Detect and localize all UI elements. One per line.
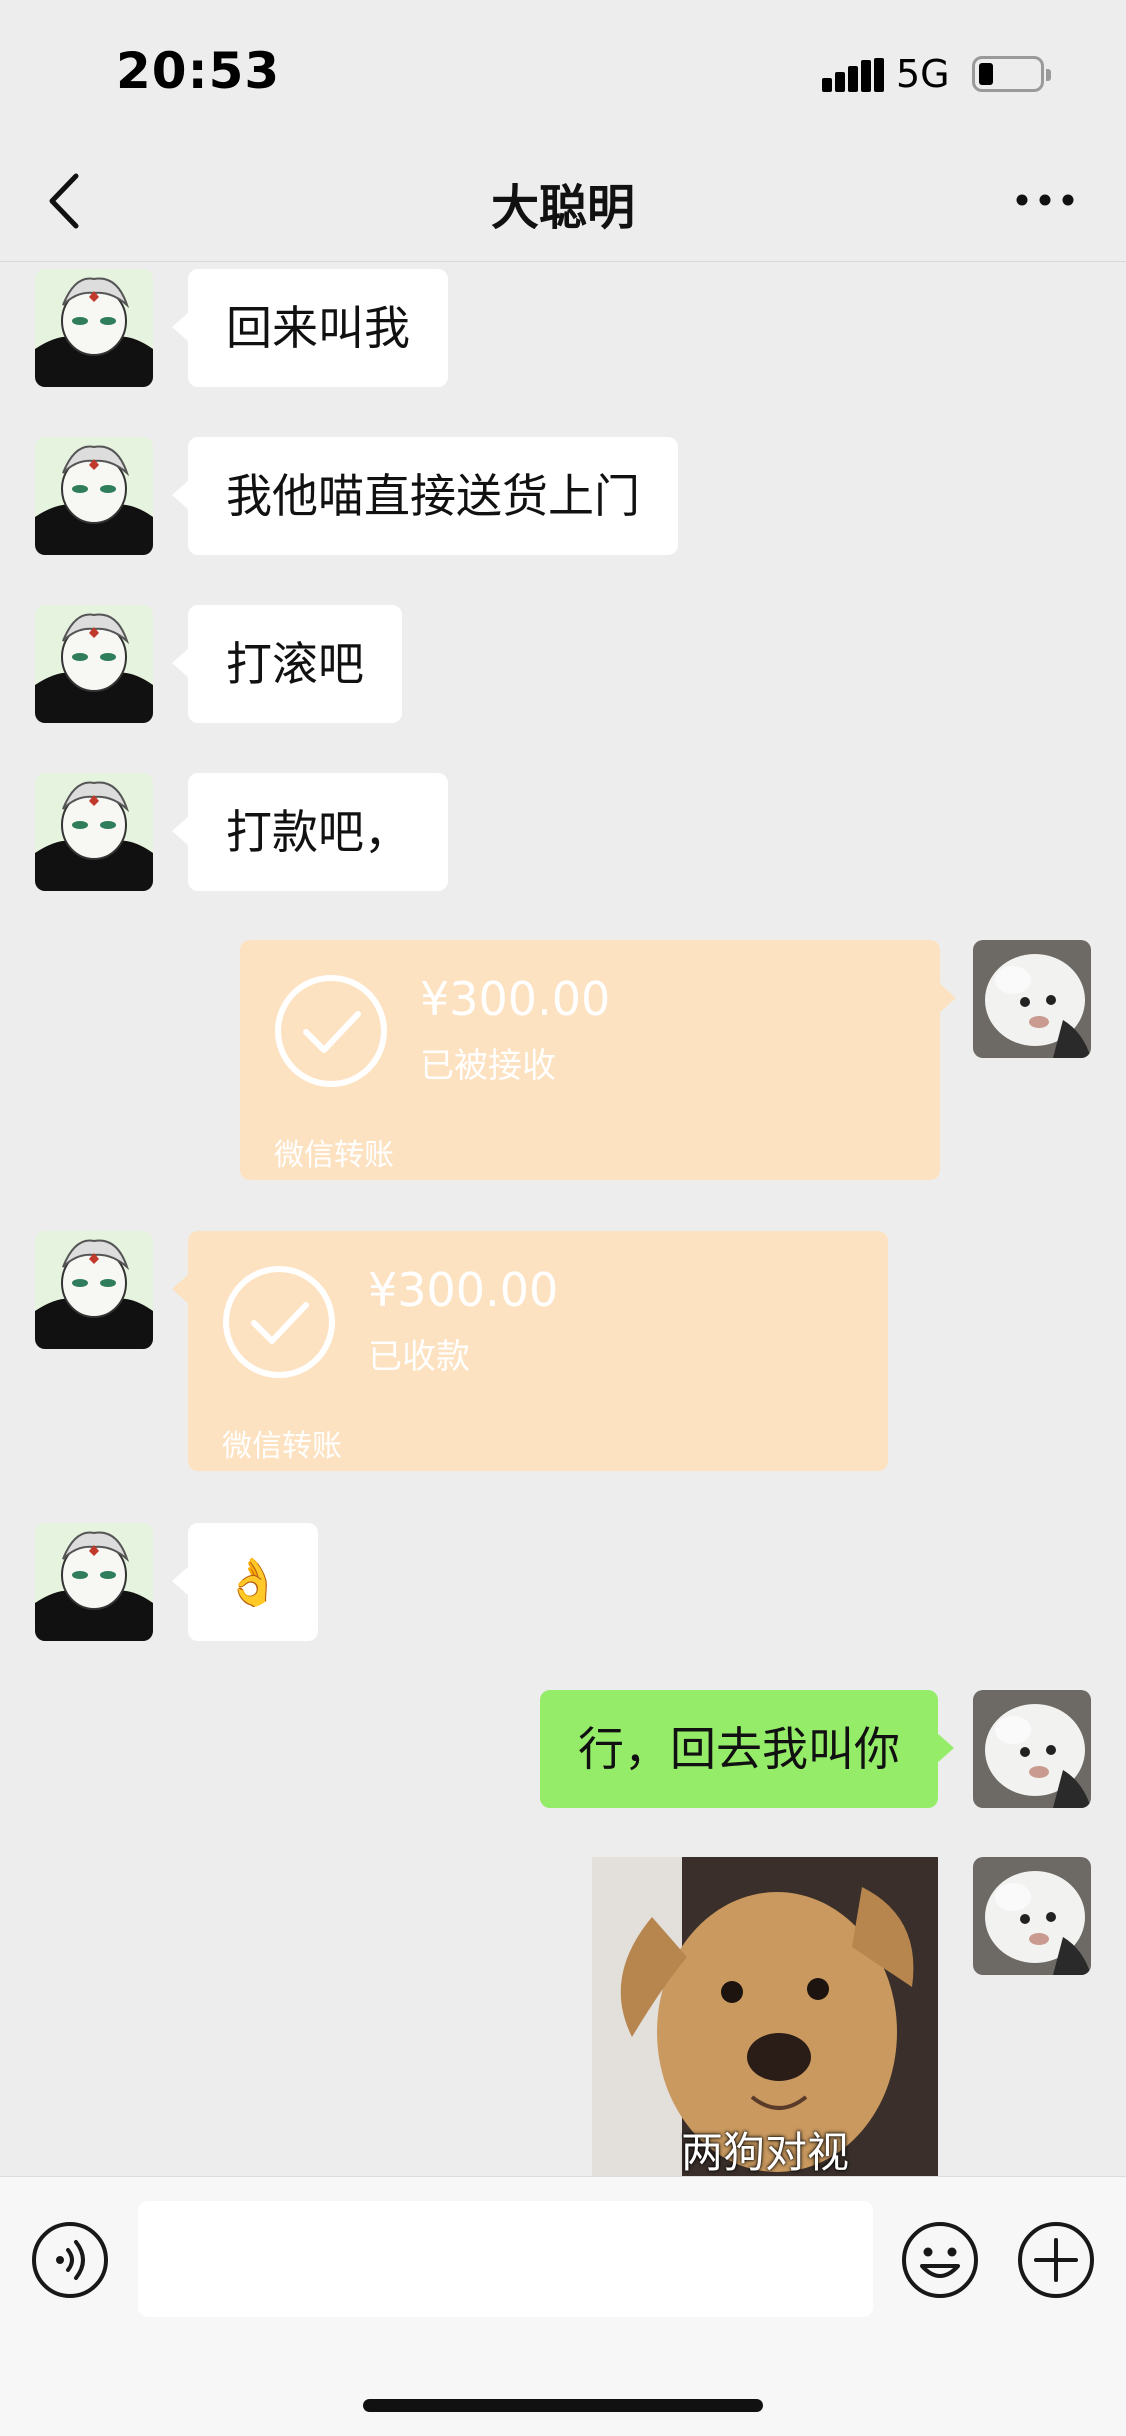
transfer-amount: ¥300.00 — [368, 1263, 559, 1317]
message-input[interactable] — [138, 2201, 873, 2317]
message-row: 打滚吧 — [0, 605, 1126, 723]
sticker-caption: 两狗对视 — [680, 2128, 849, 2176]
chat-header: 大聪明 — [0, 140, 1126, 262]
contact-avatar[interactable] — [35, 437, 153, 555]
dog-sticker[interactable]: 两狗对视 — [592, 1857, 938, 2176]
message-row: 我他喵直接送货上门 — [0, 437, 1126, 555]
message-row: 打款吧， — [0, 773, 1126, 891]
transfer-label: 微信转账 — [274, 1138, 394, 1173]
contact-avatar[interactable] — [35, 773, 153, 891]
input-bar — [0, 2176, 1126, 2436]
contact-avatar[interactable] — [35, 269, 153, 387]
message-row: ¥300.00 已收款 微信转账 — [0, 1231, 1126, 1471]
message-bubble[interactable]: 打滚吧 — [172, 605, 402, 723]
message-row: 回来叫我 — [0, 269, 1126, 387]
network-type: 5G — [896, 52, 950, 96]
contact-avatar[interactable] — [35, 1523, 153, 1641]
transfer-status: 已被接收 — [420, 1046, 556, 1086]
ok-hand-emoji: 👌 — [224, 1555, 282, 1609]
signal-icon — [822, 58, 884, 92]
my-avatar[interactable] — [973, 940, 1091, 1058]
message-list[interactable]: 回来叫我 我他喵直接送货上门 打滚吧 打款吧， ¥300.00 已被接收 微信转… — [0, 263, 1126, 2176]
chat-title: 大聪明 — [490, 180, 635, 236]
transfer-status: 已收款 — [368, 1337, 470, 1377]
status-time: 20:53 — [116, 42, 281, 100]
battery-icon — [972, 56, 1051, 92]
message-row: 行，回去我叫你 — [0, 1690, 1126, 1808]
message-bubble[interactable]: 打款吧， — [172, 773, 448, 891]
my-avatar[interactable] — [973, 1857, 1091, 1975]
message-row: ¥300.00 已被接收 微信转账 — [0, 940, 1126, 1180]
message-bubble[interactable]: 行，回去我叫你 — [540, 1690, 954, 1808]
check-circle-icon — [223, 1266, 335, 1378]
transfer-amount: ¥300.00 — [420, 972, 611, 1026]
message-bubble[interactable]: 我他喵直接送货上门 — [172, 437, 678, 555]
contact-avatar[interactable] — [35, 1231, 153, 1349]
message-row: 👌 — [0, 1523, 1126, 1641]
status-bar: 20:53 5G — [0, 0, 1126, 140]
message-bubble[interactable]: 👌 — [172, 1523, 318, 1641]
home-indicator[interactable] — [363, 2399, 763, 2412]
emoji-icon[interactable] — [900, 2220, 980, 2300]
my-avatar[interactable] — [973, 1690, 1091, 1808]
transfer-label: 微信转账 — [222, 1429, 342, 1464]
voice-icon[interactable] — [30, 2220, 110, 2300]
message-row: 两狗对视 — [0, 1857, 1126, 2176]
plus-icon[interactable] — [1016, 2220, 1096, 2300]
more-dots-icon[interactable] — [1010, 170, 1080, 230]
contact-avatar[interactable] — [35, 605, 153, 723]
check-circle-icon — [275, 975, 387, 1087]
message-bubble[interactable]: 回来叫我 — [172, 269, 448, 387]
transfer-card[interactable]: ¥300.00 已收款 微信转账 — [172, 1231, 888, 1471]
transfer-card[interactable]: ¥300.00 已被接收 微信转账 — [240, 940, 956, 1180]
